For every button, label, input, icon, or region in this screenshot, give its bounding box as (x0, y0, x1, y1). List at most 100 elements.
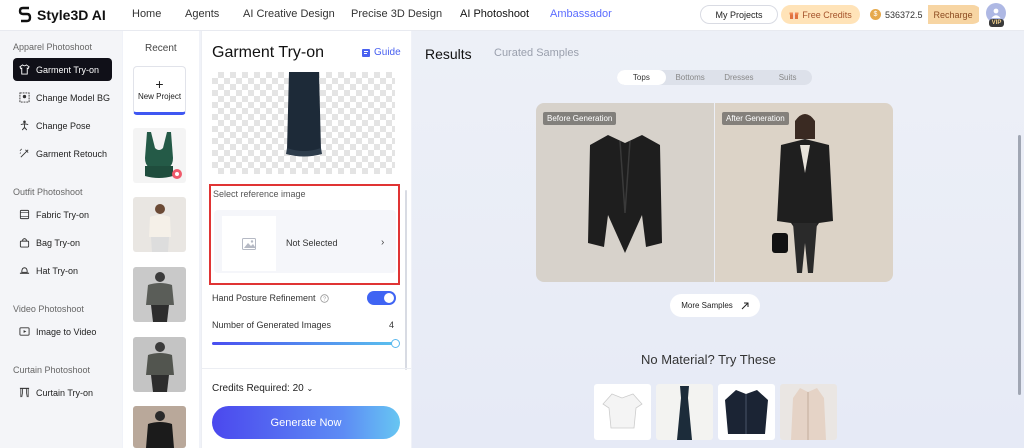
guide-link[interactable]: Guide (361, 47, 401, 58)
hand-posture-toggle[interactable] (367, 291, 396, 305)
garment-preview[interactable] (212, 72, 395, 174)
free-credits-label: Free Credits (802, 9, 852, 20)
recent-project-thumb[interactable] (133, 406, 186, 448)
model-thumbnail (146, 272, 174, 322)
more-samples-label: More Samples (681, 301, 733, 310)
generate-label: Generate Now (270, 416, 342, 429)
sidebar-item-label: Hat Try-on (36, 265, 79, 276)
sidebar-item-bag-try-on[interactable]: Bag Try-on (13, 231, 112, 254)
more-samples-button[interactable]: More Samples (670, 294, 760, 317)
nav-agents[interactable]: Agents (185, 8, 219, 20)
recent-label: Recent (145, 43, 177, 54)
new-project-button[interactable]: + New Project (133, 66, 186, 115)
tab-suits[interactable]: Suits (763, 70, 812, 85)
tab-dresses[interactable]: Dresses (715, 70, 764, 85)
garment-icon (19, 64, 30, 75)
results-scrollbar[interactable] (1018, 135, 1021, 395)
nav-home[interactable]: Home (132, 8, 161, 20)
sidebar-item-label: Image to Video (36, 326, 97, 337)
help-icon[interactable]: ? (319, 293, 329, 303)
reference-image-label: Select reference image (213, 189, 306, 199)
guide-label: Guide (374, 47, 401, 58)
sidebar-item-fabric-try-on[interactable]: Fabric Try-on (13, 203, 112, 226)
no-material-heading: No Material? Try These (641, 352, 776, 367)
slider-handle[interactable] (391, 339, 400, 348)
recent-project-thumb[interactable] (133, 267, 186, 322)
sidebar-item-garment-try-on[interactable]: Garment Try-on (13, 58, 112, 81)
hand-posture-label: Hand Posture Refinement ? (212, 293, 329, 303)
fabric-icon (19, 209, 30, 220)
recent-project-thumb[interactable] (133, 337, 186, 392)
after-generation-image (715, 103, 893, 282)
num-images-slider[interactable] (212, 342, 395, 345)
style3d-logo-icon (18, 6, 32, 23)
new-project-label: New Project (137, 92, 182, 101)
section-video-photoshoot: Video Photoshoot (13, 304, 84, 314)
chevron-right-icon[interactable]: › (381, 237, 384, 248)
tab-curated-samples[interactable]: Curated Samples (494, 47, 579, 59)
sample-item[interactable] (780, 384, 837, 440)
free-credits-button[interactable]: Free Credits (781, 5, 860, 24)
retouch-icon (19, 148, 29, 158)
tab-bottoms[interactable]: Bottoms (666, 70, 715, 85)
panel-divider (201, 368, 411, 369)
white-blouse-image (602, 393, 643, 429)
sidebar-item-label: Fabric Try-on (36, 209, 90, 220)
chevron-down-icon: ⌄ (306, 384, 314, 393)
reference-placeholder[interactable] (222, 216, 276, 271)
sample-item[interactable] (718, 384, 775, 440)
sample-item[interactable] (656, 384, 713, 440)
nav-precise-3d-design[interactable]: Precise 3D Design (351, 8, 442, 20)
panel-scrollbar[interactable] (405, 190, 407, 370)
nav-ambassador[interactable]: Ambassador (550, 8, 612, 20)
background-swap-icon (19, 92, 30, 103)
vip-badge: VIP (989, 19, 1004, 27)
sidebar-item-label: Garment Retouch (36, 148, 108, 159)
brand-name: Style3D AI (37, 7, 106, 23)
model-thumbnail (146, 411, 174, 448)
sidebar-item-label: Garment Try-on (36, 64, 100, 75)
sidebar-item-curtain-try-on[interactable]: Curtain Try-on (13, 381, 112, 404)
brand-logo[interactable]: Style3D AI (18, 6, 106, 24)
bag-icon (19, 238, 30, 248)
recent-project-thumb[interactable] (133, 128, 186, 183)
recharge-button[interactable]: Recharge (927, 5, 979, 24)
section-outfit-photoshoot: Outfit Photoshoot (13, 187, 83, 197)
balance-value: 536372.5 (885, 9, 923, 20)
reference-status: Not Selected (286, 238, 338, 248)
sidebar-item-hat-try-on[interactable]: Hat Try-on (13, 259, 112, 282)
my-projects-label: My Projects (715, 9, 763, 20)
nav-ai-creative-design[interactable]: AI Creative Design (243, 8, 335, 20)
credits-required[interactable]: Credits Required: 20 ⌄ (212, 383, 313, 394)
book-icon (362, 48, 370, 57)
beige-coat-image (791, 388, 826, 440)
toggle-knob (384, 293, 394, 303)
image-placeholder-icon (242, 237, 256, 250)
sidebar-item-label: Curtain Try-on (36, 387, 94, 398)
before-generation-image (536, 103, 714, 282)
sports-bra-thumbnail (145, 132, 182, 179)
sidebar-item-image-to-video[interactable]: Image to Video (13, 320, 112, 343)
sidebar-item-change-pose[interactable]: Change Pose (13, 114, 112, 137)
before-generation-tag: Before Generation (543, 112, 617, 125)
sidebar-item-garment-retouch[interactable]: Garment Retouch (13, 142, 112, 165)
my-projects-button[interactable]: My Projects (700, 5, 778, 24)
generate-button[interactable]: Generate Now (212, 406, 400, 439)
pose-icon (20, 120, 29, 131)
navy-jacket-image (725, 390, 768, 434)
tab-results[interactable]: Results (425, 46, 472, 62)
tab-tops[interactable]: Tops (617, 70, 666, 85)
coin-icon: $ (870, 9, 881, 20)
model-thumbnail (149, 204, 171, 252)
recent-project-thumb[interactable] (133, 197, 186, 252)
sample-item[interactable] (594, 384, 651, 440)
sidebar-item-change-model-bg[interactable]: Change Model BG (13, 86, 112, 109)
nav-ai-photoshoot[interactable]: AI Photoshoot (460, 8, 529, 20)
navy-dress-image (677, 386, 692, 440)
gift-icon (789, 12, 799, 19)
user-icon (991, 8, 1001, 18)
after-generation-tag: After Generation (722, 112, 789, 125)
section-curtain-photoshoot: Curtain Photoshoot (13, 365, 91, 375)
credits-required-label: Credits Required: 20 (212, 383, 304, 394)
credit-balance: $ 536372.5 Recharge (866, 5, 982, 24)
